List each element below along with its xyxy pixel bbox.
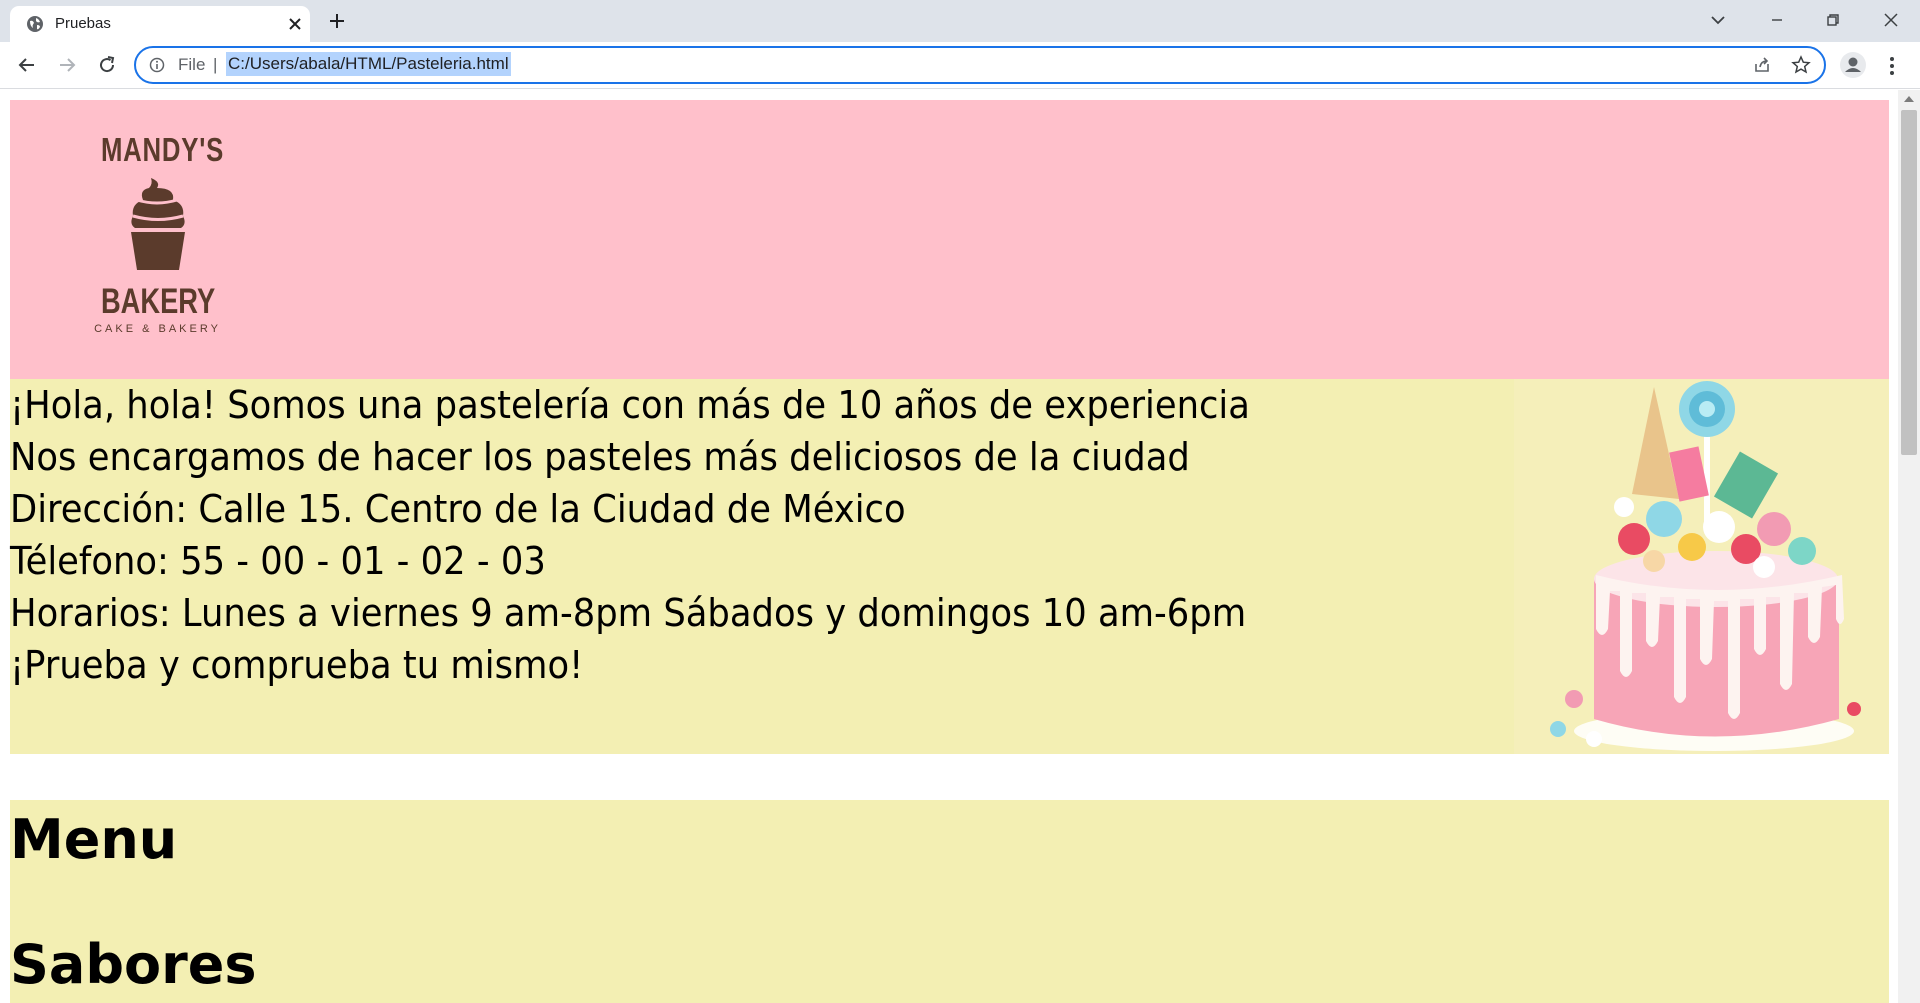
logo-subtitle: CAKE & BAKERY xyxy=(94,323,221,335)
tab-search-icon[interactable] xyxy=(1706,8,1730,32)
browser-menu-icon[interactable] xyxy=(1882,54,1902,78)
tab-strip: Pruebas xyxy=(0,0,1920,42)
browser-tab[interactable]: Pruebas xyxy=(10,6,310,42)
about-address: Dirección: Calle 15. Centro de la Ciudad… xyxy=(10,487,906,531)
restore-icon[interactable] xyxy=(1821,8,1845,32)
about-greeting: ¡Hola, hola! Somos una pastelería con má… xyxy=(10,383,1250,427)
address-bar[interactable]: File | C:/Users/abala/HTML/Pasteleria.ht… xyxy=(134,46,1826,84)
about-section: ¡Hola, hola! Somos una pastelería con má… xyxy=(10,379,1889,754)
page-scrollbar[interactable] xyxy=(1898,90,1920,1003)
close-tab-icon[interactable] xyxy=(288,17,302,31)
browser-toolbar: File | C:/Users/abala/HTML/Pasteleria.ht… xyxy=(0,42,1920,89)
about-hours: Horarios: Lunes a viernes 9 am-8pm Sábad… xyxy=(10,591,1247,635)
logo-top-text: MANDY'S xyxy=(100,131,225,168)
scroll-up-arrow-icon[interactable] xyxy=(1904,96,1914,102)
about-description: Nos encargamos de hacer los pasteles más… xyxy=(10,435,1190,479)
profile-avatar-icon[interactable] xyxy=(1839,51,1867,79)
address-url[interactable]: C:/Users/abala/HTML/Pasteleria.html xyxy=(226,52,511,76)
info-icon[interactable] xyxy=(149,57,165,73)
back-icon[interactable] xyxy=(15,53,39,77)
globe-icon xyxy=(27,16,43,32)
page-viewport: MANDY'S BAKERY CAKE & BAKERY ¡Hola, hola… xyxy=(0,90,1898,1003)
menu-heading: Menu xyxy=(10,808,178,871)
reload-icon[interactable] xyxy=(95,53,119,77)
logo-main-text: BAKERY xyxy=(100,282,216,321)
address-scheme: File xyxy=(178,55,206,74)
about-text: ¡Hola, hola! Somos una pastelería con má… xyxy=(10,379,1343,691)
forward-icon[interactable] xyxy=(55,53,79,77)
minimize-icon[interactable] xyxy=(1765,8,1789,32)
menu-section: Menu Sabores xyxy=(10,800,1889,1003)
about-phone: Télefono: 55 - 00 - 01 - 02 - 03 xyxy=(10,539,546,583)
about-tagline: ¡Prueba y comprueba tu mismo! xyxy=(10,643,584,687)
bookmark-star-icon[interactable] xyxy=(1791,55,1811,75)
address-separator: | xyxy=(213,55,218,74)
drip-cake-photo xyxy=(1514,379,1889,754)
share-icon[interactable] xyxy=(1752,55,1772,75)
flavors-heading: Sabores xyxy=(10,933,257,996)
new-tab-icon[interactable] xyxy=(327,11,347,31)
scrollbar-thumb[interactable] xyxy=(1901,110,1917,455)
close-window-icon[interactable] xyxy=(1879,8,1903,32)
bakery-logo: MANDY'S BAKERY CAKE & BAKERY xyxy=(85,130,230,370)
tab-title: Pruebas xyxy=(55,15,111,32)
cupcake-icon xyxy=(130,178,185,270)
site-header: MANDY'S BAKERY CAKE & BAKERY xyxy=(10,100,1889,379)
